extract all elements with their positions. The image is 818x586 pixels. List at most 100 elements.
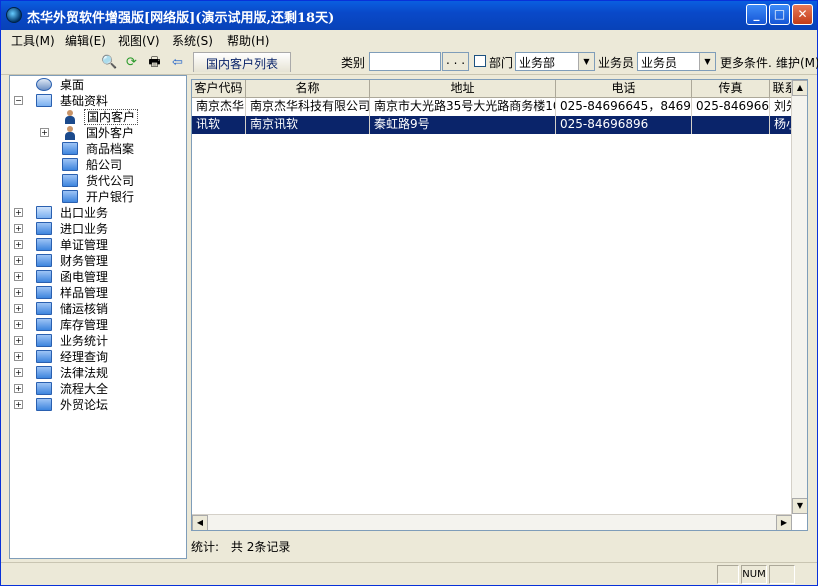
expand-icon[interactable]: + [40, 128, 49, 137]
tree-item[interactable]: + 进口业务 [14, 221, 180, 237]
tree-item[interactable]: + 储运核销 [14, 301, 180, 317]
maximize-button[interactable]: □ [769, 4, 790, 25]
tree-item[interactable]: + 法律法规 [14, 365, 180, 381]
menu-edit[interactable]: 编辑(E) [65, 32, 106, 49]
tree-item[interactable]: + 外贸论坛 [14, 397, 180, 413]
column-header[interactable]: 电话 [556, 80, 692, 98]
table-cell: 025-84696896 [556, 116, 692, 134]
tree-item-label: 储运核销 [60, 302, 109, 316]
menu-help[interactable]: 帮助(H) [227, 32, 269, 49]
more-conditions-button[interactable]: 更多条件. [720, 54, 772, 71]
folder-icon [36, 270, 52, 283]
minimize-button[interactable]: _ [746, 4, 767, 25]
expand-icon[interactable]: + [14, 336, 23, 345]
folder-icon [62, 142, 78, 155]
scroll-down-icon[interactable]: ▼ [792, 498, 807, 514]
table-cell: 南京杰华科技有限公司 [246, 98, 370, 116]
scroll-up-icon[interactable]: ▲ [792, 80, 807, 96]
salesman-value: 业务员 [641, 56, 678, 70]
scroll-right-icon[interactable]: ▶ [776, 515, 792, 530]
status-bar: NUM [1, 562, 817, 585]
table-cell: 025-84696647 [692, 98, 770, 116]
tree-item-label: 国外客户 [86, 126, 135, 140]
expand-icon[interactable]: + [14, 368, 23, 377]
tree-item[interactable]: + 经理查询 [14, 349, 180, 365]
tree-item[interactable]: + 函电管理 [14, 269, 180, 285]
tree-item-label: 业务统计 [60, 334, 109, 348]
column-header[interactable]: 地址 [370, 80, 556, 98]
folder-icon [62, 190, 78, 203]
navigation-tree: 桌面 − 基础资料 国内客户 + 国外客户 商品档案 船公司 货代公司 开户银行 + 出口业务 + 进口业… [9, 75, 187, 559]
tree-item[interactable]: + 流程大全 [14, 381, 180, 397]
menu-tools[interactable]: 工具(M) [11, 32, 55, 49]
tree-item[interactable]: − 基础资料 [14, 93, 180, 109]
title-bar[interactable]: 杰华外贸软件增强版[网络版](演示试用版,还剩18天) _ □ ✕ [1, 1, 817, 30]
category-browse-button[interactable]: . . . [442, 52, 469, 71]
table-cell: 南京杰华 [192, 98, 246, 116]
expand-icon[interactable]: + [14, 256, 23, 265]
expand-icon[interactable]: + [14, 400, 23, 409]
salesman-label: 业务员 [598, 56, 635, 70]
search-icon[interactable]: 🔍 [101, 54, 118, 71]
folder-icon [36, 382, 52, 395]
menu-system[interactable]: 系统(S) [172, 32, 213, 49]
salesman-select[interactable]: 业务员 ▼ [637, 52, 716, 71]
tree-item[interactable]: 开户银行 [40, 189, 180, 205]
column-header[interactable]: 客户代码 [192, 80, 246, 98]
tree-item[interactable]: + 出口业务 [14, 205, 180, 221]
folder-icon [36, 350, 52, 363]
tree-item[interactable]: 国内客户 [40, 109, 180, 125]
tree-item[interactable]: 桌面 [14, 77, 180, 93]
tree-item[interactable]: 商品档案 [40, 141, 180, 157]
department-select[interactable]: 业务部 ▼ [515, 52, 595, 71]
folder-icon [36, 334, 52, 347]
maintain-button[interactable]: 维护(M) [776, 54, 818, 71]
refresh-icon[interactable]: ⟳ [123, 54, 140, 71]
record-stats: 统计: 共 2条记录 [191, 538, 290, 555]
expand-icon[interactable]: + [14, 208, 23, 217]
close-button[interactable]: ✕ [792, 4, 813, 25]
app-window: 杰华外贸软件增强版[网络版](演示试用版,还剩18天) _ □ ✕ 工具(M) … [0, 0, 818, 586]
tree-item[interactable]: + 样品管理 [14, 285, 180, 301]
tree-item-label: 外贸论坛 [60, 398, 109, 412]
column-header[interactable]: 传真 [692, 80, 770, 98]
department-checkbox[interactable] [474, 55, 486, 67]
expand-icon[interactable]: + [14, 384, 23, 393]
chevron-down-icon: ▼ [578, 53, 594, 70]
tree-item-label: 经理查询 [60, 350, 109, 364]
expand-icon[interactable]: + [14, 288, 23, 297]
back-arrow-icon[interactable]: ⇦ [169, 54, 186, 71]
tree-item[interactable]: + 业务统计 [14, 333, 180, 349]
tree-item[interactable]: + 单证管理 [14, 237, 180, 253]
tree-item-label: 货代公司 [86, 174, 135, 188]
category-label: 类别 [341, 56, 366, 70]
tab-domestic-customers[interactable]: 国内客户列表 [193, 52, 292, 72]
tree-item-label: 船公司 [86, 158, 123, 172]
print-icon[interactable]: 🖶 [146, 54, 163, 71]
table-cell: 025-84696645，84696647 [556, 98, 692, 116]
collapse-icon[interactable]: − [14, 96, 23, 105]
tree-item[interactable]: + 库存管理 [14, 317, 180, 333]
folder-icon [36, 254, 52, 267]
column-header[interactable]: 名称 [246, 80, 370, 98]
tree-item[interactable]: + 财务管理 [14, 253, 180, 269]
tree-item[interactable]: 船公司 [40, 157, 180, 173]
folder-icon [36, 302, 52, 315]
category-input[interactable] [369, 52, 441, 71]
scroll-left-icon[interactable]: ◀ [192, 515, 208, 530]
expand-icon[interactable]: + [14, 320, 23, 329]
tree-item-label: 进口业务 [60, 222, 109, 236]
expand-icon[interactable]: + [14, 240, 23, 249]
tree-item-label: 开户银行 [86, 190, 135, 204]
tree-item[interactable]: + 国外客户 [40, 125, 180, 141]
expand-icon[interactable]: + [14, 224, 23, 233]
menu-view[interactable]: 视图(V) [118, 32, 160, 49]
vertical-scrollbar[interactable]: ▲ ▼ [791, 80, 807, 514]
expand-icon[interactable]: + [14, 352, 23, 361]
expand-icon[interactable]: + [14, 272, 23, 281]
tree-item[interactable]: 货代公司 [40, 173, 180, 189]
horizontal-scrollbar[interactable]: ◀ ▶ [192, 514, 792, 530]
expand-icon[interactable]: + [14, 304, 23, 313]
status-panel [769, 565, 795, 584]
tree-item-label: 商品档案 [86, 142, 135, 156]
